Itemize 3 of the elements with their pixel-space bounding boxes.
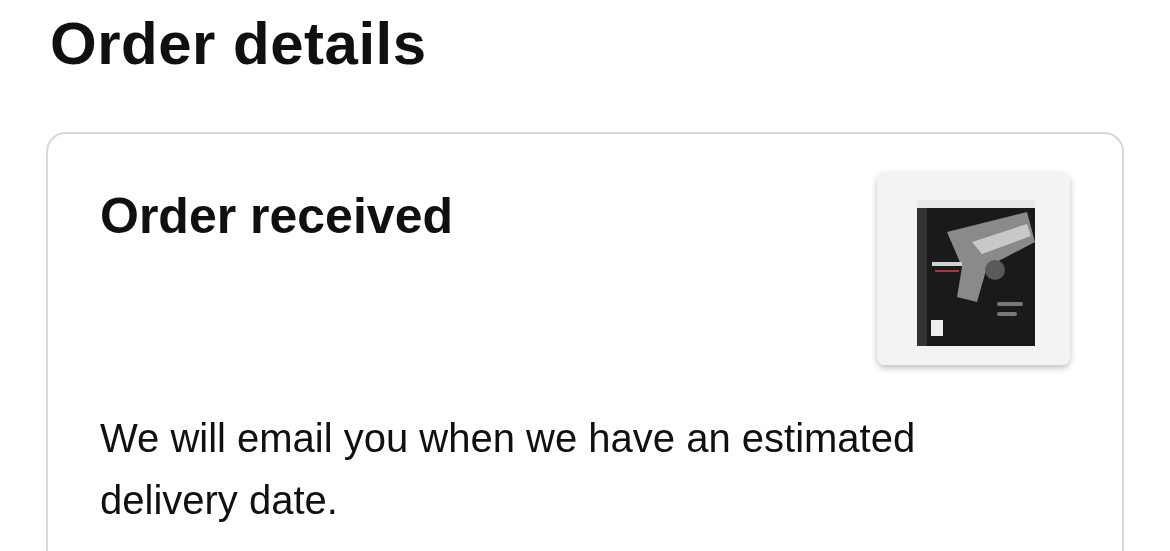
delivery-message: We will email you when we have an estimated delivery date. [100, 415, 917, 524]
order-status: Order received [100, 187, 453, 246]
page-title: Order details [50, 9, 428, 79]
